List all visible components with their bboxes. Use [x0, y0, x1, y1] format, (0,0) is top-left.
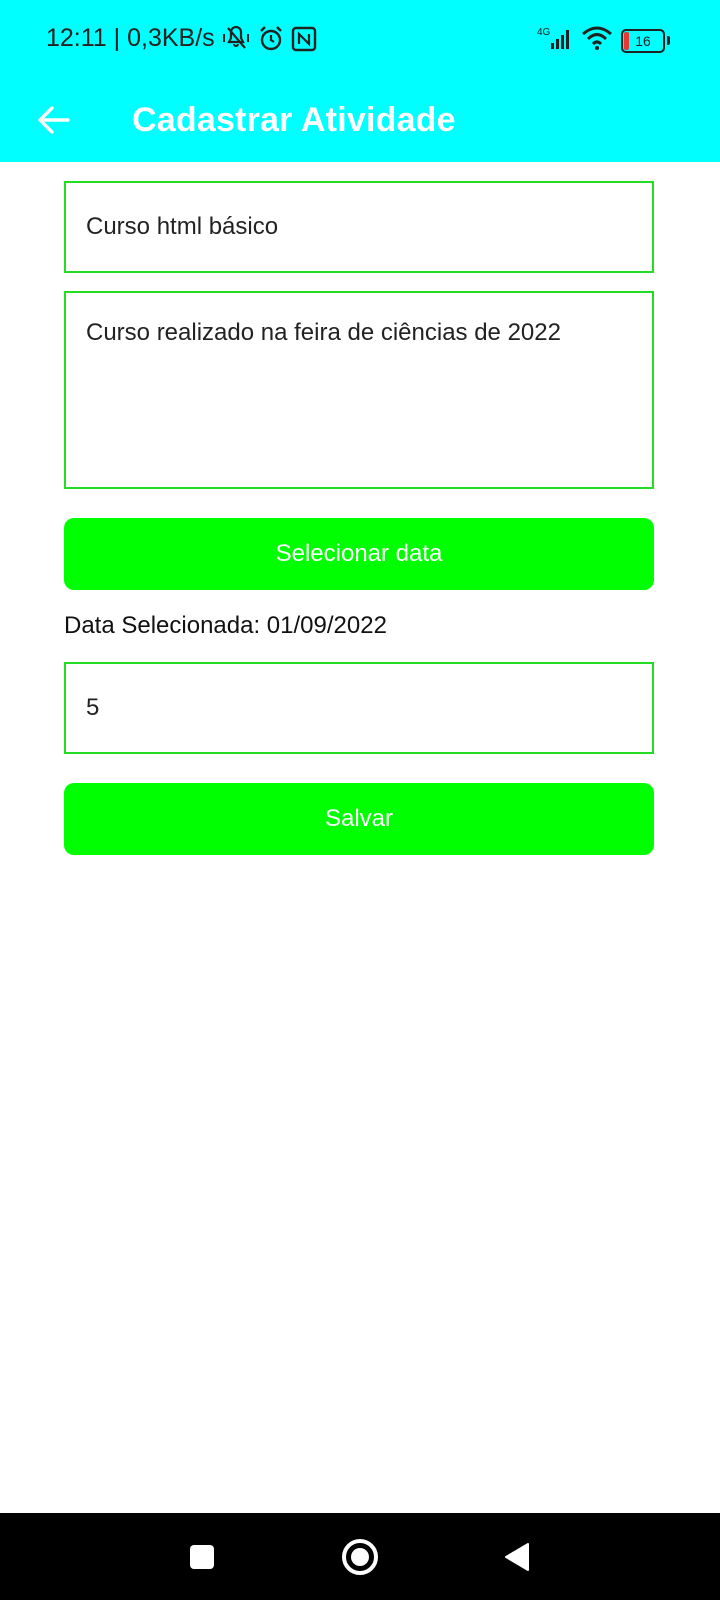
network-label: 4G	[537, 27, 551, 38]
hours-input[interactable]: 5	[64, 662, 654, 754]
app-bar: Cadastrar Atividade	[0, 80, 720, 162]
activity-title-value: Curso html básico	[86, 213, 279, 240]
battery-level: 16	[635, 32, 651, 49]
wifi-icon	[581, 26, 613, 55]
signal-icon: 4G	[537, 26, 573, 55]
home-icon	[342, 1538, 378, 1575]
nfc-icon	[291, 26, 317, 52]
alarm-icon	[257, 25, 285, 53]
save-button[interactable]: Salvar	[64, 783, 654, 855]
status-bar: 12:11 | 0,3KB/s 4G 16	[0, 0, 720, 80]
recents-button[interactable]	[157, 1513, 247, 1600]
status-left: 12:11 | 0,3KB/s	[46, 24, 317, 53]
save-label: Salvar	[324, 805, 394, 832]
mute-vibrate-icon	[221, 25, 251, 52]
select-date-label: Selecionar data	[275, 540, 443, 567]
selected-date-text: Data Selecionada: 01/09/2022	[64, 612, 387, 639]
header: 12:11 | 0,3KB/s 4G 16 Cadastrar Atividad…	[0, 0, 720, 162]
home-button[interactable]	[315, 1513, 405, 1600]
status-time-speed: 12:11 | 0,3KB/s	[46, 24, 215, 52]
battery-icon: 16	[621, 28, 665, 53]
back-arrow-button[interactable]	[26, 92, 82, 148]
activity-description-input[interactable]: Curso realizado na feira de ciências de …	[64, 291, 654, 489]
activity-description-value: Curso realizado na feira de ciências de …	[86, 319, 561, 346]
screen: 12:11 | 0,3KB/s 4G 16 Cadastrar Atividad…	[0, 0, 720, 1600]
arrow-left-icon	[38, 106, 70, 134]
select-date-button[interactable]: Selecionar data	[64, 518, 654, 590]
page-title: Cadastrar Atividade	[132, 101, 456, 139]
back-icon	[505, 1542, 529, 1571]
battery-fill	[624, 31, 629, 50]
status-right: 4G 16	[537, 26, 670, 55]
nav-back-button[interactable]	[472, 1513, 562, 1600]
activity-title-input[interactable]: Curso html básico	[64, 181, 654, 273]
hours-value: 5	[86, 694, 100, 721]
recents-icon	[190, 1544, 214, 1569]
navigation-bar	[0, 1513, 720, 1600]
battery-tip	[667, 36, 670, 45]
